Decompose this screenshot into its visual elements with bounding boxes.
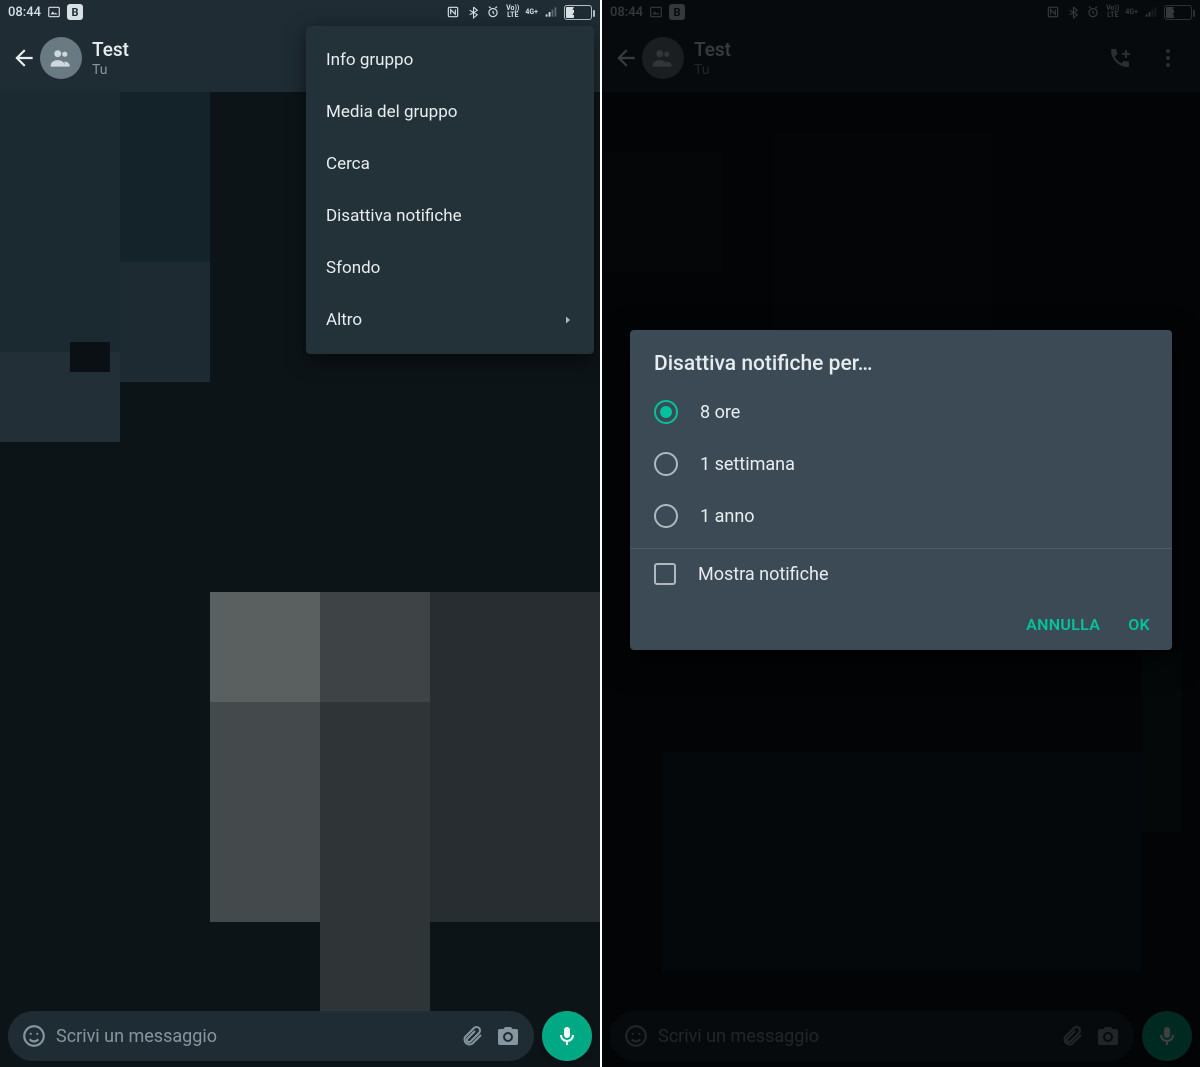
status-time: 08:44: [8, 5, 41, 20]
group-avatar[interactable]: [40, 37, 82, 79]
volte-icon: Vo))LTE: [506, 5, 519, 19]
radio-icon: [654, 400, 678, 424]
radio-icon: [654, 452, 678, 476]
chevron-right-icon: [562, 314, 574, 326]
battery-icon: 26: [564, 5, 592, 20]
alarm-icon: [486, 5, 500, 19]
signal-icon: [544, 5, 558, 19]
screenshot-left: 08:44 B Vo))LTE 4G+ 26: [0, 0, 600, 1067]
menu-item-group-info[interactable]: Info gruppo: [306, 34, 594, 86]
menu-label: Altro: [326, 310, 362, 330]
menu-item-more[interactable]: Altro: [306, 294, 594, 346]
menu-item-wallpaper[interactable]: Sfondo: [306, 242, 594, 294]
menu-item-search[interactable]: Cerca: [306, 138, 594, 190]
menu-item-group-media[interactable]: Media del gruppo: [306, 86, 594, 138]
option-label: 1 settimana: [700, 454, 795, 475]
back-button[interactable]: [4, 38, 44, 78]
message-placeholder: Scrivi un messaggio: [52, 1026, 454, 1047]
status-bar: 08:44 B Vo))LTE 4G+ 26: [0, 0, 600, 24]
radio-option-1year[interactable]: 1 anno: [630, 490, 1172, 542]
dialog-actions: ANNULLA OK: [630, 599, 1172, 650]
option-label: 8 ore: [700, 402, 740, 423]
emoji-icon[interactable]: [16, 1018, 52, 1054]
checkbox-label: Mostra notifiche: [698, 564, 829, 585]
radio-option-8h[interactable]: 8 ore: [630, 386, 1172, 438]
menu-label: Sfondo: [326, 258, 380, 278]
menu-label: Info gruppo: [326, 50, 413, 70]
bluetooth-icon: [466, 5, 480, 19]
menu-label: Media del gruppo: [326, 102, 457, 122]
dialog-title: Disattiva notifiche per…: [630, 330, 1172, 386]
message-input[interactable]: Scrivi un messaggio: [8, 1011, 534, 1061]
menu-item-mute[interactable]: Disattiva notifiche: [306, 190, 594, 242]
camera-icon[interactable]: [490, 1018, 526, 1054]
radio-icon: [654, 504, 678, 528]
menu-label: Cerca: [326, 154, 370, 174]
menu-label: Disattiva notifiche: [326, 206, 462, 226]
checkbox-show-notifications[interactable]: Mostra notifiche: [630, 549, 1172, 599]
ok-button[interactable]: OK: [1128, 615, 1150, 634]
cancel-button[interactable]: ANNULLA: [1026, 615, 1100, 634]
mute-dialog: Disattiva notifiche per… 8 ore 1 settima…: [630, 330, 1172, 650]
nfc-icon: [446, 5, 460, 19]
image-icon: [47, 5, 61, 19]
attach-icon[interactable]: [454, 1018, 490, 1054]
4gplus-icon: 4G+: [525, 9, 538, 16]
overflow-menu: Info gruppo Media del gruppo Cerca Disat…: [306, 26, 594, 354]
option-label: 1 anno: [700, 506, 755, 527]
mic-button[interactable]: [542, 1011, 592, 1061]
b-badge-icon: B: [67, 4, 83, 20]
screenshot-right: 08:44 B Vo))LTE 4G+ 26 Test: [600, 0, 1200, 1067]
composer: Scrivi un messaggio: [0, 1005, 600, 1067]
checkbox-icon: [654, 563, 676, 585]
radio-option-1week[interactable]: 1 settimana: [630, 438, 1172, 490]
